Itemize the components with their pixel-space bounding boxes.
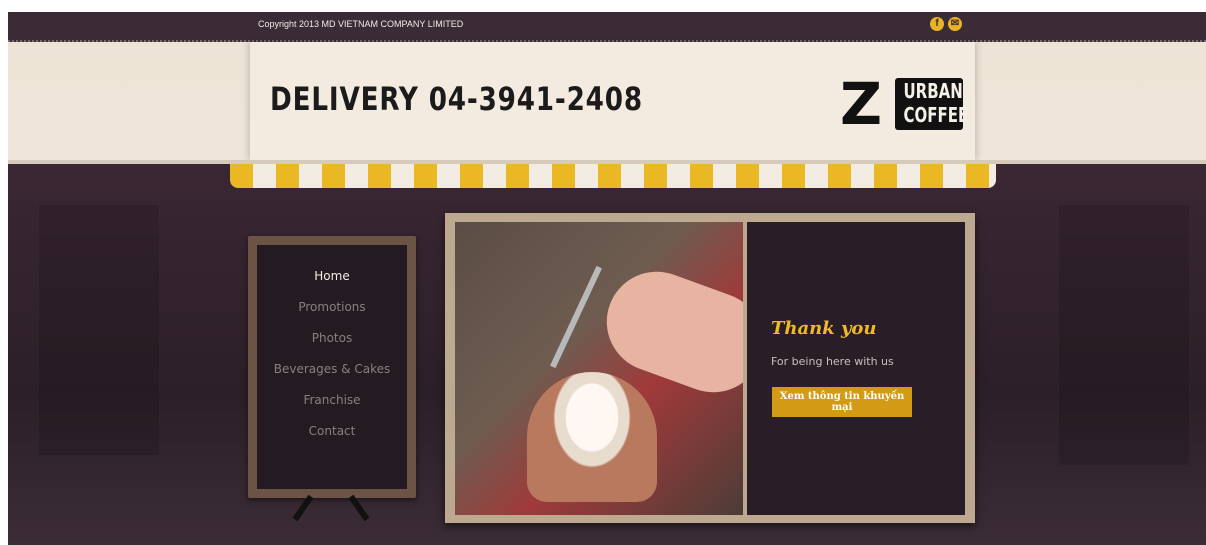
logo-letter: Z <box>840 70 883 138</box>
main-nav: Home Promotions Photos Beverages & Cakes… <box>257 265 407 451</box>
photo-spoon <box>550 265 602 369</box>
logo-text-coffee: COFFEE <box>903 103 969 127</box>
logo-text-urban: URBAN <box>903 79 963 103</box>
nav-item-home[interactable]: Home <box>257 265 407 296</box>
photo-cup <box>527 372 657 502</box>
promo-subtitle: For being here with us <box>771 355 894 368</box>
striped-awning <box>230 164 996 188</box>
nav-item-beverages-cakes[interactable]: Beverages & Cakes <box>257 358 407 389</box>
nav-item-photos[interactable]: Photos <box>257 327 407 358</box>
promo-title: Thank you <box>771 318 877 339</box>
copyright-text: Copyright 2013 MD VIETNAM COMPANY LIMITE… <box>258 19 464 29</box>
nav-board-inner: Home Promotions Photos Beverages & Cakes… <box>257 245 407 489</box>
nav-item-contact[interactable]: Contact <box>257 420 407 451</box>
top-bar: Copyright 2013 MD VIETNAM COMPANY LIMITE… <box>8 12 1206 42</box>
nav-item-promotions[interactable]: Promotions <box>257 296 407 327</box>
view-promotions-button[interactable]: Xem thông tin khuyến mại <box>772 387 912 417</box>
background-building <box>38 204 160 456</box>
delivery-phone: DELIVERY 04-3941-2408 <box>270 80 643 118</box>
header: DELIVERY 04-3941-2408 Z URBAN COFFEE <box>8 42 1206 160</box>
facebook-icon[interactable]: f <box>930 17 944 31</box>
coffee-photo <box>455 222 743 515</box>
nav-chalkboard: Home Promotions Photos Beverages & Cakes… <box>248 236 416 522</box>
promo-panel: Thank you For being here with us Xem thô… <box>445 213 975 523</box>
urban-coffee-logo[interactable]: Z URBAN COFFEE <box>840 70 969 138</box>
background-building <box>1058 204 1190 466</box>
email-icon[interactable]: ✉ <box>948 17 962 31</box>
logo-box: URBAN COFFEE <box>895 78 969 130</box>
nav-item-franchise[interactable]: Franchise <box>257 389 407 420</box>
promo-text-panel: Thank you For being here with us Xem thô… <box>747 222 965 515</box>
page-frame: Copyright 2013 MD VIETNAM COMPANY LIMITE… <box>8 12 1206 545</box>
